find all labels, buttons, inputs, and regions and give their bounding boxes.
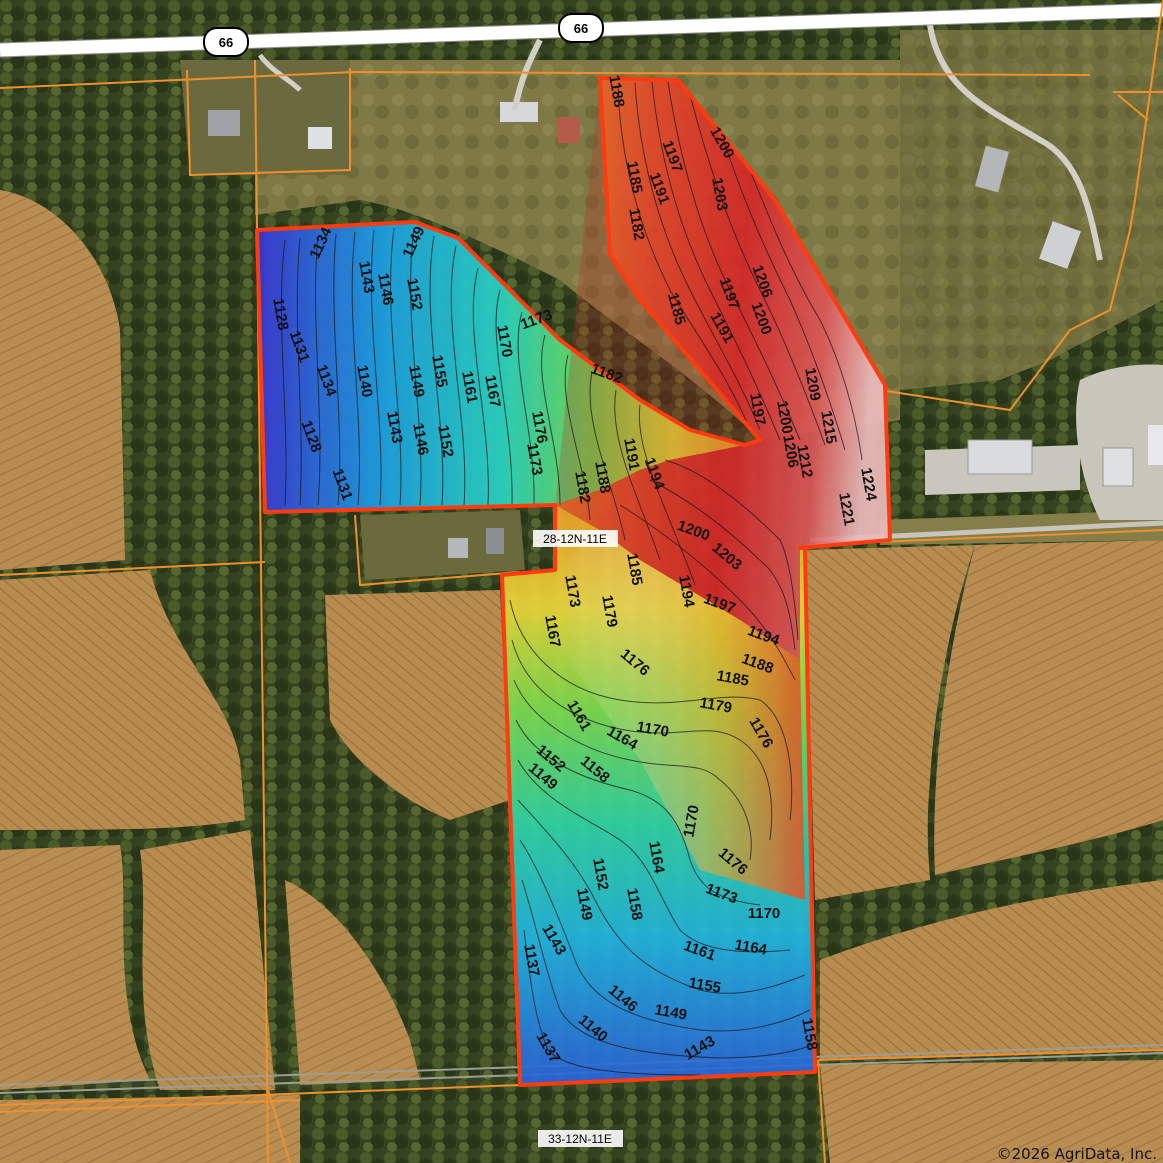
- section-label-text: 28-12N-11E: [543, 532, 607, 546]
- route-shield-66-east: 66: [558, 13, 604, 43]
- copyright-text: ©2026 AgriData, Inc.: [997, 1145, 1157, 1163]
- route-shield-66-west: 66: [203, 27, 249, 57]
- section-label-text: 33-12N-11E: [548, 1132, 612, 1146]
- section-label-28: 28-12N-11E: [533, 530, 618, 547]
- route-shield-label: 66: [574, 21, 588, 36]
- contour-label: 1170: [748, 905, 781, 922]
- route-shield-label: 66: [219, 35, 233, 50]
- section-label-33: 33-12N-11E: [538, 1130, 623, 1147]
- aerial-topo-map: 1188120011971185 1191 12031182120611971185…: [0, 0, 1163, 1163]
